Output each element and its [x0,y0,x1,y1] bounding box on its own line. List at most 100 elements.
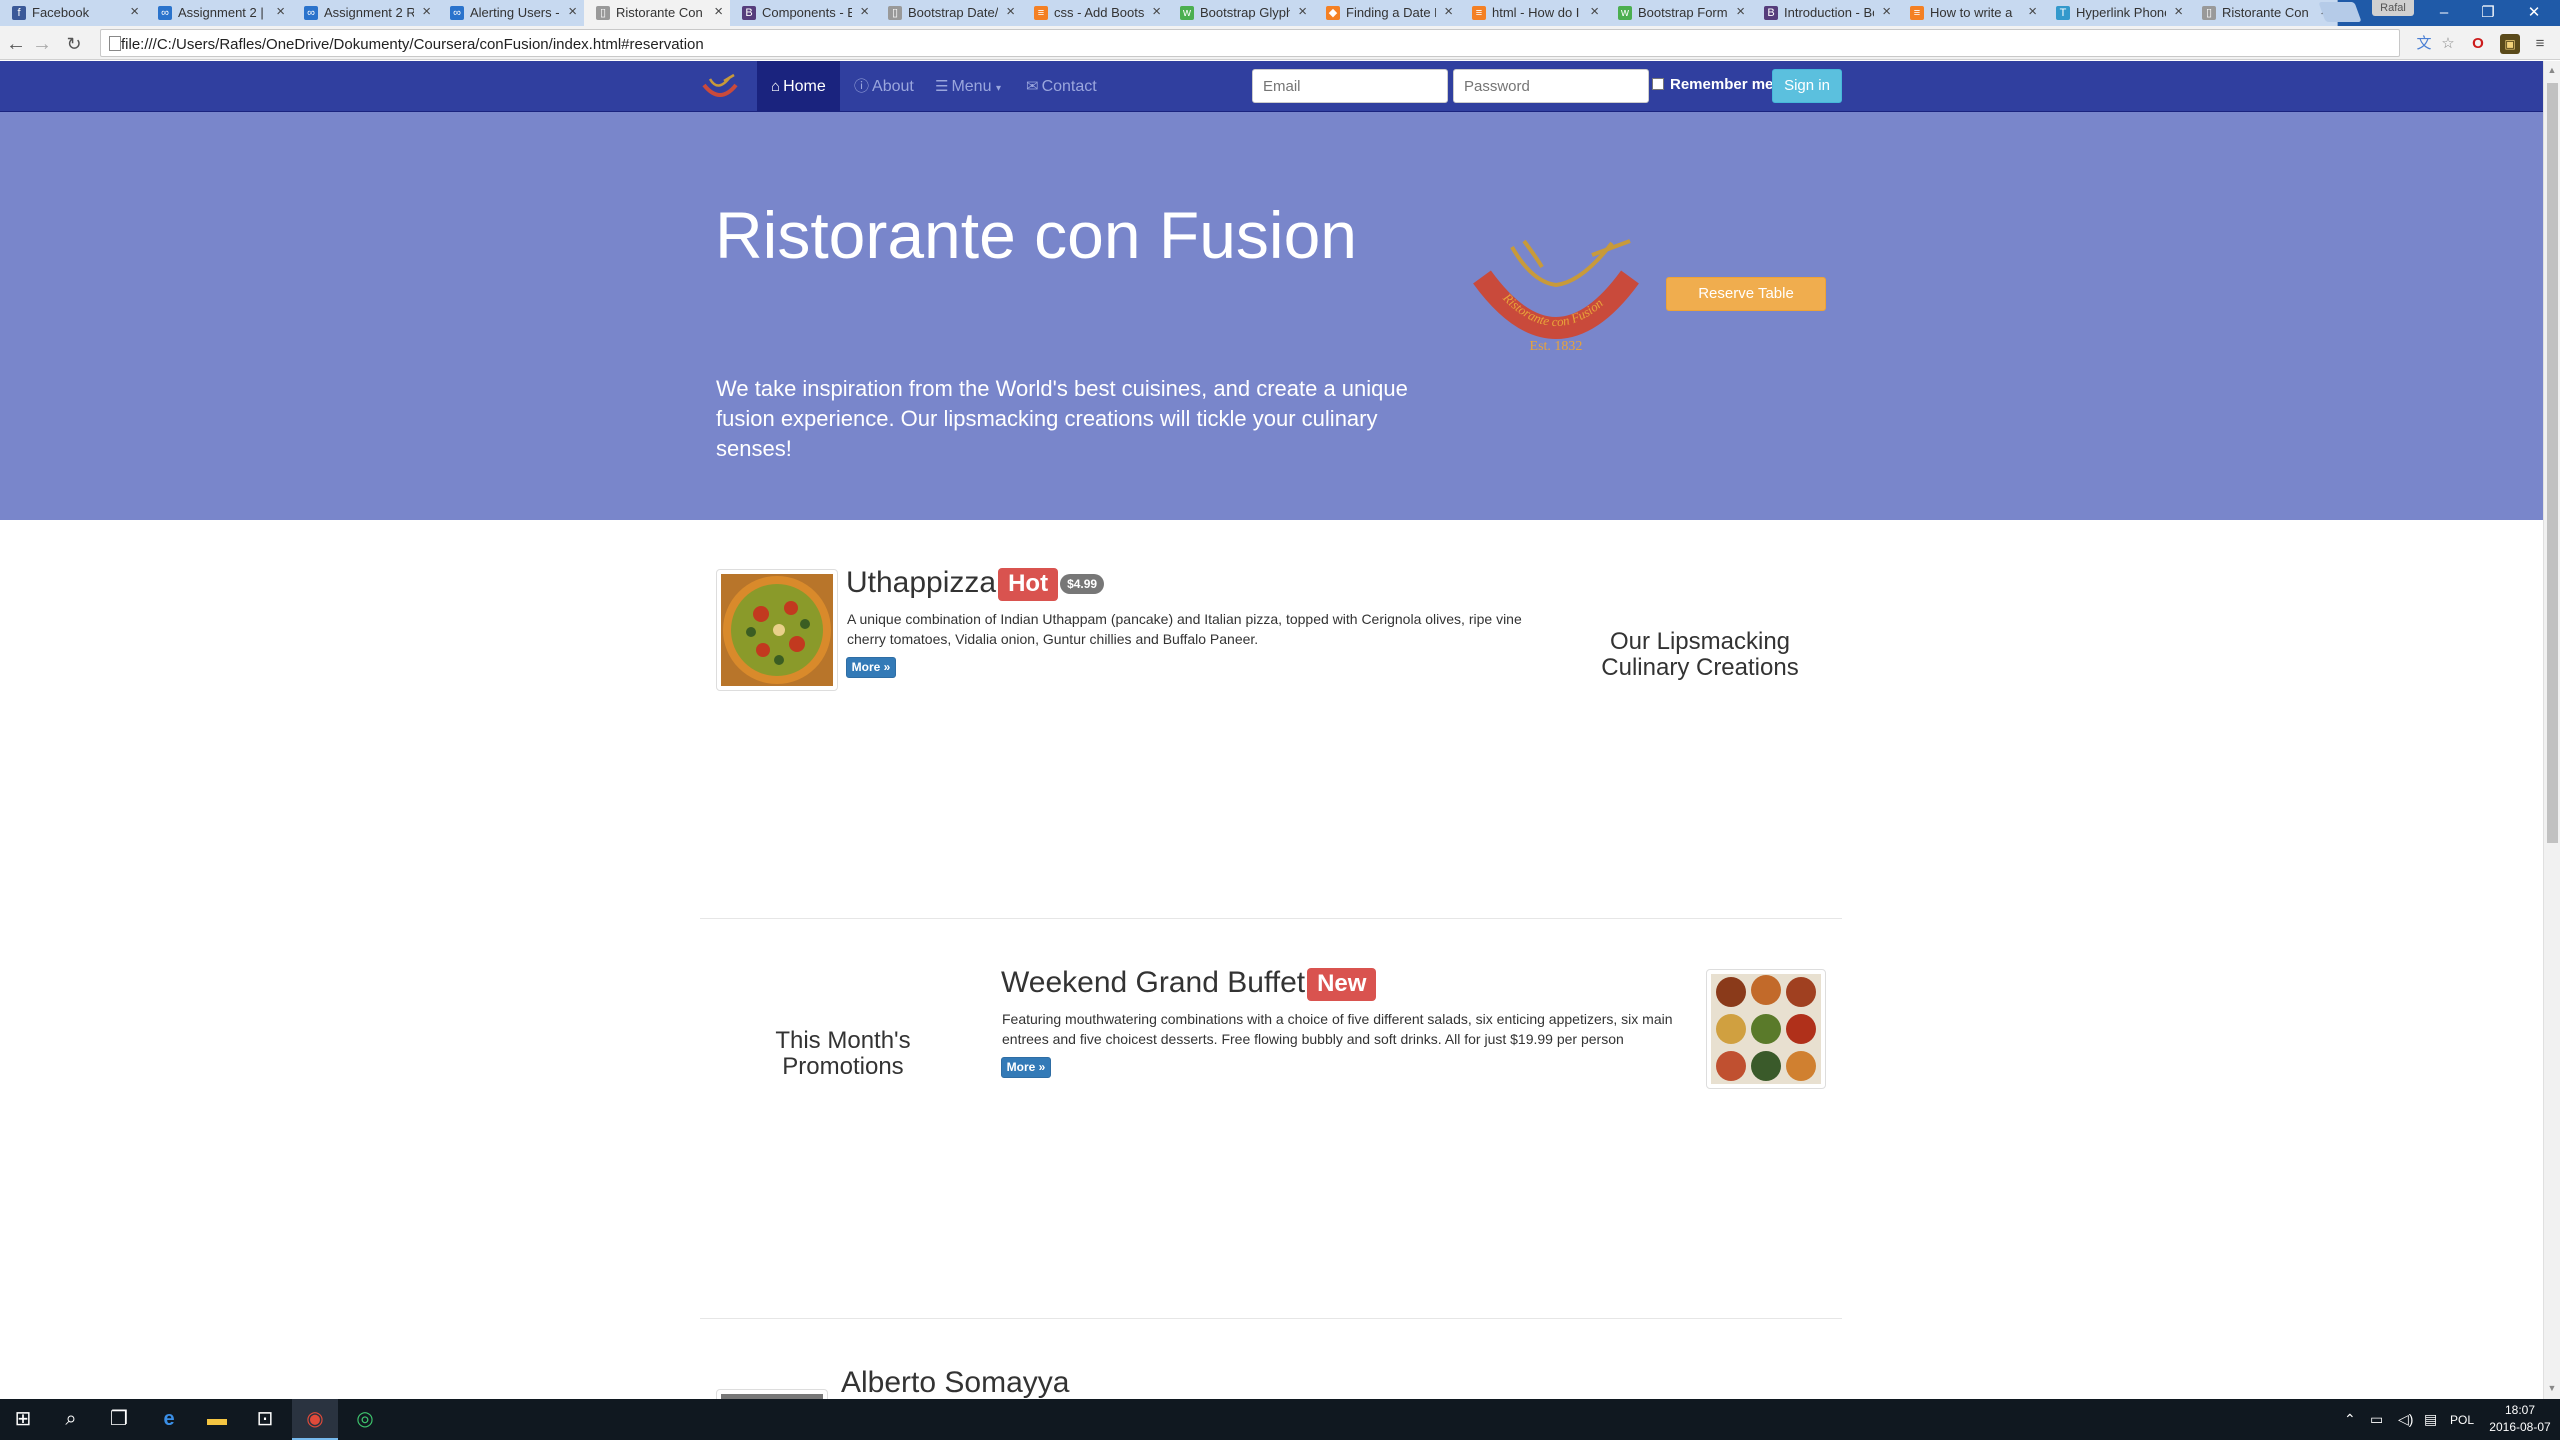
reserve-table-button[interactable]: Reserve Table [1666,277,1826,311]
nav-about-label: About [872,78,914,95]
caret-down-icon: ▾ [995,83,1001,94]
close-tab-icon[interactable]: × [276,3,285,20]
remember-me-checkbox[interactable]: Remember me [1652,76,1773,93]
browser-tab[interactable]: w Bootstrap Glyph × [1168,0,1316,26]
task-view-icon[interactable]: ❐ [96,1399,142,1440]
scroll-up-icon[interactable]: ▲ [2547,65,2557,75]
browser-tab[interactable]: f Facebook × [0,0,148,26]
tray-overflow-icon[interactable]: ⌃ [2344,1411,2356,1428]
page-icon: ▯ [888,6,902,20]
close-tab-icon[interactable]: × [1736,3,1745,20]
checkbox-icon[interactable] [1652,78,1664,90]
start-button[interactable]: ⊞ [0,1399,46,1440]
page-scrollbar[interactable]: ▲ ▼ [2543,61,2560,1399]
browser-tab[interactable]: T Hyperlink Phone × [2044,0,2192,26]
browser-tab[interactable]: w Bootstrap Form × [1606,0,1754,26]
site-navbar: ⌂Home ⓘAbout ☰Menu ▾ ✉Contact Remember m… [0,61,2543,112]
nav-menu-dropdown[interactable]: ☰ Menu ▾ [921,61,1015,112]
envelope-icon: ✉ [1026,78,1039,95]
promotion-thumbnail[interactable] [1706,969,1826,1089]
app-icon[interactable]: ◎ [342,1399,388,1440]
nav-menu-label: Menu [951,78,992,95]
opera-extension-icon[interactable]: O [2468,34,2488,54]
close-tab-icon[interactable]: × [1882,3,1891,20]
more-button[interactable]: More » [846,657,896,678]
nav-home-label: Home [783,78,826,95]
browser-tab[interactable]: ▯Ristorante Con F× [2190,0,2338,26]
section-heading: Our Lipsmacking Culinary Creations [1601,628,1799,681]
tab-title: Ristorante Con F [2222,5,2312,20]
file-explorer-icon[interactable]: ▬ [194,1399,240,1440]
close-tab-icon[interactable]: × [1298,3,1307,20]
forward-button[interactable]: → [30,33,54,55]
browser-tab[interactable]: ≡ html - How do I × [1460,0,1608,26]
close-tab-icon[interactable]: × [1590,3,1599,20]
network-icon[interactable]: ▭ [2370,1411,2383,1428]
close-tab-icon[interactable]: × [422,3,431,20]
page-icon [109,36,121,51]
minimize-icon[interactable]: – [2424,2,2464,24]
facebook-icon: f [12,6,26,20]
page-viewport: ⌂Home ⓘAbout ☰Menu ▾ ✉Contact Remember m… [0,61,2560,1399]
browser-tab[interactable]: ▯ Bootstrap Date/T × [876,0,1024,26]
close-tab-icon[interactable]: × [2028,3,2037,20]
close-window-icon[interactable]: ✕ [2514,2,2554,24]
close-tab-icon[interactable]: × [568,3,577,20]
browser-tab[interactable]: ∞ Assignment 2 | C × [146,0,294,26]
search-icon[interactable]: ⌕ [48,1399,94,1440]
scroll-down-icon[interactable]: ▼ [2547,1383,2557,1393]
nav-home[interactable]: ⌂ Home [757,61,840,112]
reload-button[interactable]: ↻ [62,33,86,55]
page-icon: ▯ [2202,6,2216,20]
browser-tab-strip: f Facebook × ∞ Assignment 2 | C × ∞ Assignment … [0,0,2560,26]
more-button[interactable]: More » [1001,1057,1051,1078]
close-tab-icon[interactable]: × [130,3,139,20]
store-icon[interactable]: ⊡ [242,1399,288,1440]
chef-thumbnail[interactable] [716,1389,828,1399]
extension-icon[interactable]: ▣ [2500,34,2520,54]
close-tab-icon[interactable]: × [1444,3,1453,20]
chrome-menu-icon[interactable]: ≡ [2530,34,2550,54]
restore-icon[interactable]: ❐ [2468,2,2508,24]
profile-button[interactable]: Rafal [2372,0,2414,16]
translate-icon[interactable]: 文 [2414,34,2434,54]
browser-tab[interactable]: B Introduction - Bo × [1752,0,1900,26]
new-label: New [1307,967,1377,1001]
close-tab-icon[interactable]: × [2174,3,2183,20]
nav-about[interactable]: ⓘ About [840,61,928,112]
bookmark-star-icon[interactable]: ☆ [2438,34,2458,54]
page-icon: ▯ [596,6,610,20]
email-input[interactable] [1252,69,1448,103]
volume-icon[interactable]: ◁) [2398,1411,2413,1428]
browser-tab[interactable]: ≡ css - Add Bootst × [1022,0,1170,26]
edge-icon[interactable]: e [146,1399,192,1440]
chrome-icon[interactable]: ◉ [292,1399,338,1440]
browser-toolbar: ← → ↻ file:///C:/Users/Rafles/OneDrive/D… [0,26,2560,60]
new-tab-button[interactable] [2318,2,2362,22]
clock[interactable]: 18:07 2016-08-07 [2488,1402,2552,1436]
bootstrap-icon: B [742,6,756,20]
stackoverflow-icon: ≡ [1910,6,1924,20]
scrollbar-thumb[interactable] [2547,83,2558,843]
sign-in-button[interactable]: Sign in [1772,69,1842,103]
close-tab-icon[interactable]: × [1152,3,1161,20]
browser-tab[interactable]: B Components - Bo × [730,0,878,26]
browser-tab[interactable]: ∞ Alerting Users - × [438,0,586,26]
tab-title: Bootstrap Date/T [908,5,998,20]
price-badge: $4.99 [1060,574,1105,595]
brand-logo-icon[interactable] [700,71,740,103]
language-indicator[interactable]: POL [2450,1413,2474,1427]
back-button[interactable]: ← [4,33,28,55]
nav-contact[interactable]: ✉ Contact [1012,61,1111,112]
browser-tab[interactable]: ◆ Finding a Date P × [1314,0,1462,26]
dish-thumbnail[interactable] [716,569,838,691]
browser-tab[interactable]: ≡ How to write a × [1898,0,2046,26]
address-bar[interactable]: file:///C:/Users/Rafles/OneDrive/Dokumen… [100,29,2400,57]
browser-tab[interactable]: ∞ Assignment 2 Re × [292,0,440,26]
close-tab-icon[interactable]: × [1006,3,1015,20]
notification-icon[interactable]: ▤ [2424,1411,2437,1428]
close-tab-icon[interactable]: × [860,3,869,20]
password-input[interactable] [1453,69,1649,103]
browser-tab[interactable]: ▯Ristorante Con F× [584,0,732,26]
close-tab-icon[interactable]: × [714,3,723,20]
